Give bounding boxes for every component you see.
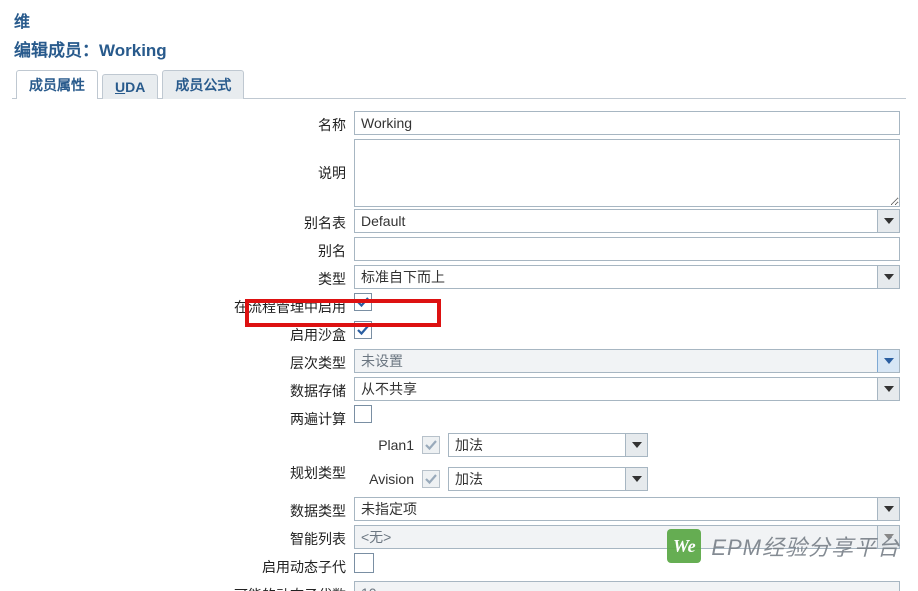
label-hier-type: 层次类型 — [18, 349, 354, 373]
chevron-down-icon — [877, 498, 899, 520]
select-type-value: 标准自下而上 — [361, 267, 445, 287]
label-sandbox: 启用沙盒 — [18, 321, 354, 345]
label-smartlist: 智能列表 — [18, 525, 354, 549]
plan1-label: Plan1 — [354, 437, 414, 453]
label-dyn-child-cnt: 可能的动态子代数 — [18, 581, 354, 591]
tab-member-properties[interactable]: 成员属性 — [16, 70, 98, 99]
label-dyn-child: 启用动态子代 — [18, 553, 354, 577]
chevron-down-icon — [625, 468, 647, 490]
heading-prefix: 编辑成员： — [14, 41, 99, 60]
select-hier-type[interactable]: 未设置 — [354, 349, 900, 373]
checkbox-two-pass[interactable] — [354, 405, 372, 423]
tab-uda-rest: DA — [125, 79, 145, 95]
label-two-pass: 两遍计算 — [18, 405, 354, 429]
tab-uda-u: U — [115, 79, 125, 95]
chevron-down-icon — [877, 210, 899, 232]
chevron-down-icon — [877, 266, 899, 288]
label-desc: 说明 — [18, 139, 354, 183]
tab-bar: 成员属性 UDA 成员公式 — [12, 69, 906, 99]
form: 名称 说明 别名表 Default 别名 类型 标准自下而上 在流程管理中启用 … — [12, 99, 906, 591]
checkbox-plan1 — [422, 436, 440, 454]
label-alias: 别名 — [18, 237, 354, 261]
select-smartlist-value: <无> — [361, 527, 391, 547]
select-hier-type-value: 未设置 — [361, 351, 403, 371]
select-plan1-op-value: 加法 — [455, 435, 483, 455]
watermark-text: EPM经验分享平台 — [711, 530, 900, 562]
label-pm-enable: 在流程管理中启用 — [18, 293, 354, 317]
select-data-type[interactable]: 未指定项 — [354, 497, 900, 521]
tab-uda[interactable]: UDA — [102, 74, 158, 99]
wechat-icon: We — [667, 529, 701, 563]
label-plan-type: 规划类型 — [18, 445, 354, 483]
select-alias-table[interactable]: Default — [354, 209, 900, 233]
plan2-label: Avision — [354, 471, 414, 487]
select-data-store-value: 从不共享 — [361, 379, 417, 399]
chevron-down-icon — [625, 434, 647, 456]
heading-value: Working — [99, 41, 167, 60]
checkbox-pm-enable[interactable] — [354, 293, 372, 311]
label-data-store: 数据存储 — [18, 377, 354, 401]
breadcrumb: 维 — [14, 8, 906, 32]
watermark: We EPM经验分享平台 — [667, 529, 900, 563]
select-data-store[interactable]: 从不共享 — [354, 377, 900, 401]
tab-member-formula[interactable]: 成员公式 — [162, 70, 244, 99]
label-data-type: 数据类型 — [18, 497, 354, 521]
label-alias-table: 别名表 — [18, 209, 354, 233]
input-dyn-child-cnt: 10 — [354, 581, 900, 591]
label-type: 类型 — [18, 265, 354, 289]
select-alias-table-value: Default — [361, 213, 405, 229]
chevron-down-icon — [877, 378, 899, 400]
chevron-down-icon — [877, 350, 899, 372]
input-alias[interactable] — [354, 237, 900, 261]
page-title: 编辑成员：Working — [14, 36, 906, 61]
checkbox-dyn-child[interactable] — [354, 553, 374, 573]
label-name: 名称 — [18, 111, 354, 135]
textarea-desc[interactable] — [354, 139, 900, 207]
select-data-type-value: 未指定项 — [361, 499, 417, 519]
select-plan2-op[interactable]: 加法 — [448, 467, 648, 491]
select-plan1-op[interactable]: 加法 — [448, 433, 648, 457]
input-name[interactable] — [354, 111, 900, 135]
select-type[interactable]: 标准自下而上 — [354, 265, 900, 289]
checkbox-sandbox[interactable] — [354, 321, 372, 339]
checkbox-plan2 — [422, 470, 440, 488]
select-plan2-op-value: 加法 — [455, 469, 483, 489]
